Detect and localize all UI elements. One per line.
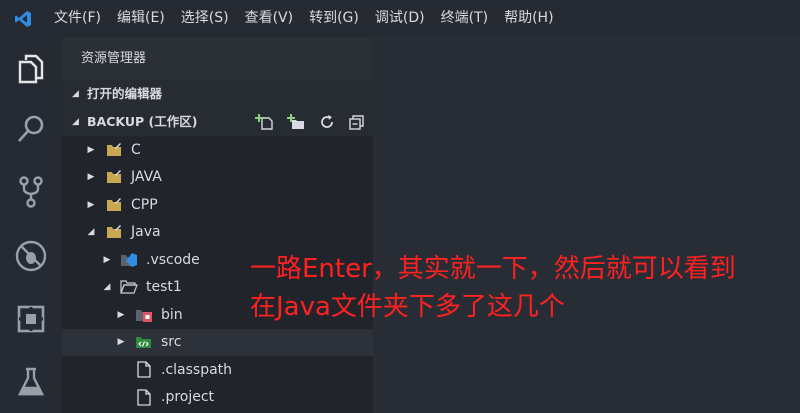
folder-open-icon <box>120 279 138 295</box>
open-editors-label: 打开的编辑器 <box>87 86 163 101</box>
file-icon <box>135 361 153 378</box>
tree-item-classpath[interactable]: .classpath <box>62 356 373 384</box>
folder-icon <box>105 142 123 158</box>
tree-item-label: test1 <box>146 279 182 296</box>
menu-go[interactable]: 转到(G) <box>301 0 367 37</box>
explorer-icon[interactable] <box>0 42 62 96</box>
chevron-right-icon: ▶ <box>117 337 125 348</box>
src-folder-icon <box>135 334 153 350</box>
workspace-actions <box>255 108 365 136</box>
tree-item-src[interactable]: ▶ src <box>62 328 373 356</box>
source-control-icon[interactable] <box>0 165 62 219</box>
flask-test-icon[interactable] <box>0 355 62 409</box>
bin-folder-icon <box>135 307 153 323</box>
tree-item-label: .project <box>161 389 215 406</box>
tree-item-c[interactable]: ▶ C <box>62 136 373 164</box>
menu-help[interactable]: 帮助(H) <box>496 0 561 37</box>
vscode-folder-icon <box>120 252 138 268</box>
tree-item-label: Java <box>131 224 161 241</box>
menu-debug[interactable]: 调试(D) <box>367 0 433 37</box>
menu-view[interactable]: 查看(V) <box>237 0 302 37</box>
folder-open-icon <box>105 224 123 240</box>
tree-item-label: .classpath <box>161 361 233 378</box>
tree-item-label: CPP <box>131 196 158 213</box>
file-icon <box>135 389 153 406</box>
extensions-icon[interactable] <box>0 292 62 346</box>
caret-expanded-icon: ◢ <box>72 117 79 127</box>
tree-item-label: src <box>161 334 182 351</box>
tree-item-label: JAVA <box>131 169 162 186</box>
refresh-icon[interactable] <box>319 114 335 130</box>
annotation-line-1: 一路Enter，其实就一下，然后就可以看到 <box>250 254 736 284</box>
new-folder-icon[interactable] <box>287 114 305 130</box>
annotation-text: 一路Enter，其实就一下，然后就可以看到 在Java文件夹下多了这几个 <box>250 250 800 326</box>
workspace-header[interactable]: ◢ BACKUP (工作区) <box>62 108 373 136</box>
explorer-title: 资源管理器 <box>62 37 373 80</box>
chevron-right-icon: ▶ <box>103 254 111 265</box>
editor-area <box>373 37 800 413</box>
tree-item-java[interactable]: ◢ Java <box>62 218 373 246</box>
tree-item-label: C <box>131 141 141 158</box>
activity-bar <box>0 37 62 413</box>
menu-edit[interactable]: 编辑(E) <box>109 0 173 37</box>
folder-icon <box>105 169 123 185</box>
explorer-sidebar: 资源管理器 ◢ 打开的编辑器 ◢ BACKUP (工作区) ▶ C ▶ JAVA… <box>62 37 373 413</box>
vscode-logo-icon <box>0 0 46 37</box>
open-editors-header[interactable]: ◢ 打开的编辑器 <box>62 80 373 108</box>
chevron-right-icon: ▶ <box>117 309 125 320</box>
menu-bar: 文件(F) 编辑(E) 选择(S) 查看(V) 转到(G) 调试(D) 终端(T… <box>0 0 800 37</box>
chevron-right-icon: ▶ <box>87 144 95 155</box>
collapse-all-icon[interactable] <box>349 114 365 130</box>
search-icon[interactable] <box>0 102 62 156</box>
folder-icon <box>105 197 123 213</box>
menu-terminal[interactable]: 终端(T) <box>433 0 496 37</box>
debug-icon[interactable] <box>0 229 62 283</box>
annotation-line-2: 在Java文件夹下多了这几个 <box>250 292 565 322</box>
tree-item-label: bin <box>161 306 183 323</box>
chevron-right-icon: ▶ <box>87 172 95 183</box>
caret-collapsed-icon: ◢ <box>72 89 79 99</box>
menu-selection[interactable]: 选择(S) <box>173 0 237 37</box>
chevron-down-icon: ◢ <box>103 282 111 293</box>
chevron-right-icon: ▶ <box>87 199 95 210</box>
menu-file[interactable]: 文件(F) <box>46 0 109 37</box>
workspace-label: BACKUP (工作区) <box>87 114 198 129</box>
tree-item-project[interactable]: .project <box>62 383 373 411</box>
tree-item-label: .vscode <box>146 251 200 268</box>
chevron-down-icon: ◢ <box>87 227 95 238</box>
tree-item-cpp[interactable]: ▶ CPP <box>62 191 373 219</box>
tree-item-java-upper[interactable]: ▶ JAVA <box>62 163 373 191</box>
new-file-icon[interactable] <box>255 114 273 130</box>
